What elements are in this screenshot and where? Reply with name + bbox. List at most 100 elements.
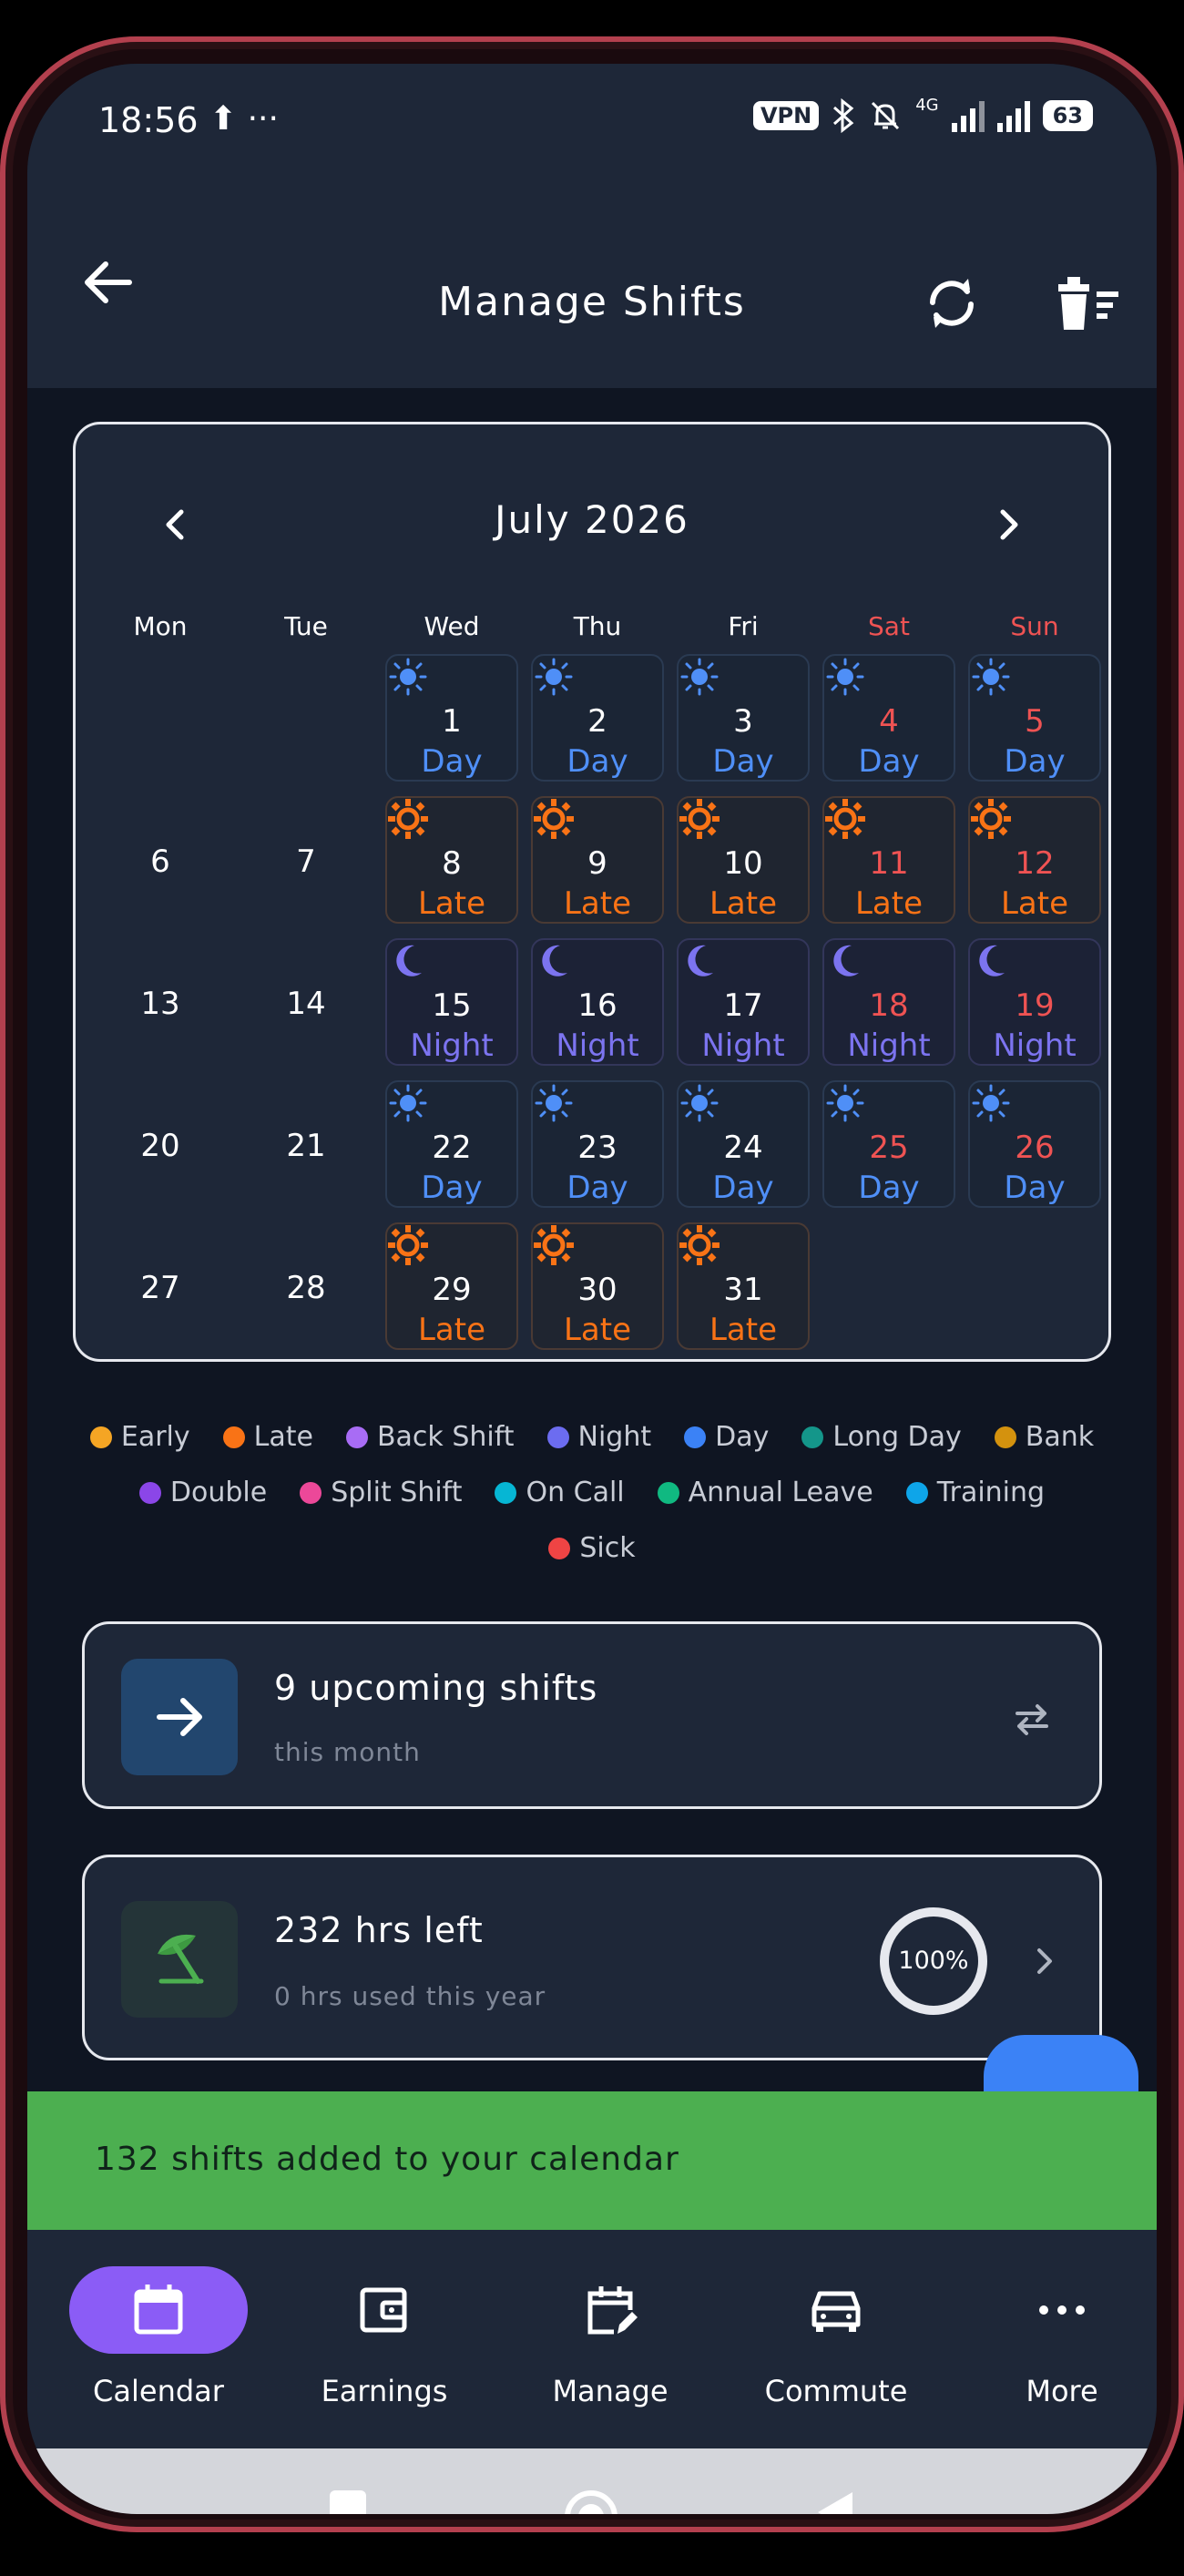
- legend-label: Early: [120, 1421, 190, 1453]
- month-title: July 2026: [495, 497, 689, 542]
- day-number: 20: [140, 1128, 180, 1164]
- nav-earnings[interactable]: Earnings: [284, 2266, 485, 2408]
- moon-icon: [533, 940, 575, 982]
- calendar-day-cell[interactable]: 14: [240, 938, 373, 1066]
- legend-item: Back Shift: [345, 1421, 515, 1453]
- calendar-day-cell[interactable]: 30 Late: [531, 1222, 664, 1350]
- day-number: 31: [723, 1272, 763, 1308]
- calendar-day-cell[interactable]: 13: [94, 938, 227, 1066]
- bluetooth-icon: [833, 98, 854, 133]
- sun-icon: [824, 656, 866, 698]
- calendar-day-cell[interactable]: 29 Late: [385, 1222, 518, 1350]
- car-icon: [811, 2291, 861, 2332]
- calendar-day-cell[interactable]: 1 Day: [385, 654, 518, 782]
- calendar-day-cell[interactable]: 31 Late: [677, 1222, 810, 1350]
- shift-label: Late: [417, 1312, 486, 1348]
- shift-label: Late: [563, 1312, 632, 1348]
- legend-item: Bank: [994, 1421, 1094, 1453]
- chevron-right-icon[interactable]: [1026, 1939, 1063, 1983]
- shift-label: Night: [993, 1027, 1077, 1064]
- day-number: 3: [733, 703, 753, 740]
- calendar-day-cell[interactable]: 21: [240, 1080, 373, 1208]
- calendar-day-cell[interactable]: 8 Late: [385, 796, 518, 924]
- upcoming-title: 9 upcoming shifts: [274, 1668, 598, 1708]
- wallet-icon: [360, 2287, 407, 2333]
- calendar-day-cell[interactable]: 9 Late: [531, 796, 664, 924]
- nav-manage[interactable]: Manage: [510, 2266, 710, 2408]
- shift-label: Late: [709, 1312, 778, 1348]
- legend-item: Day: [684, 1421, 769, 1453]
- legend-color-dot: [138, 1481, 161, 1504]
- calendar-day-cell[interactable]: 11 Late: [822, 796, 955, 924]
- nav-calendar[interactable]: Calendar: [58, 2266, 259, 2408]
- calendar-day-cell[interactable]: 4 Day: [822, 654, 955, 782]
- legend-item: Long Day: [801, 1421, 962, 1453]
- calendar-day-cell[interactable]: 5 Day: [968, 654, 1101, 782]
- day-number: 13: [140, 986, 180, 1022]
- calendar-day-cell[interactable]: 19 Night: [968, 938, 1101, 1066]
- sun-icon: [533, 1082, 575, 1124]
- day-number: 29: [432, 1272, 472, 1308]
- upload-more-status-icon: ⬆ ···: [209, 100, 279, 138]
- shift-label: Late: [1000, 885, 1069, 922]
- shift-label: Day: [712, 1170, 774, 1206]
- day-number: 30: [577, 1272, 618, 1308]
- day-number: 2: [587, 703, 607, 740]
- day-number: 24: [723, 1130, 763, 1166]
- shift-label: Day: [421, 743, 483, 780]
- legend-color-dot: [546, 1426, 569, 1448]
- moon-icon: [387, 940, 429, 982]
- day-number: 23: [577, 1130, 618, 1166]
- day-number: 17: [723, 987, 763, 1024]
- calendar-day-cell[interactable]: 12 Late: [968, 796, 1101, 924]
- calendar-day-cell[interactable]: 10 Late: [677, 796, 810, 924]
- delete-all-icon[interactable]: [1051, 271, 1124, 335]
- shift-label: Night: [410, 1027, 494, 1064]
- upcoming-shifts-card[interactable]: 9 upcoming shifts this month: [82, 1621, 1102, 1809]
- calendar-day-cell[interactable]: 16 Night: [531, 938, 664, 1066]
- shift-label: Day: [712, 743, 774, 780]
- nav-commute[interactable]: Commute: [736, 2266, 936, 2408]
- calendar-day-cell[interactable]: 20: [94, 1080, 227, 1208]
- day-number: 18: [869, 987, 909, 1024]
- hours-icon-box: [121, 1901, 238, 2018]
- weekday-label: Sat: [868, 611, 910, 641]
- day-number: 12: [1015, 845, 1055, 882]
- calendar-day-cell[interactable]: 17 Night: [677, 938, 810, 1066]
- home-circle-icon[interactable]: [563, 2489, 619, 2514]
- hours-subtitle: 0 hrs used this year: [274, 1981, 546, 2011]
- arrow-right-icon: [157, 1698, 202, 1736]
- calendar-day-cell[interactable]: 22 Day: [385, 1080, 518, 1208]
- calendar-day-cell[interactable]: 15 Night: [385, 938, 518, 1066]
- calendar-day-cell[interactable]: 3 Day: [677, 654, 810, 782]
- legend-label: Annual Leave: [688, 1477, 873, 1508]
- calendar-day-cell[interactable]: 7: [240, 796, 373, 924]
- calendar-day-cell[interactable]: 27: [94, 1222, 227, 1350]
- day-number: 14: [286, 986, 326, 1022]
- legend-item: Night: [546, 1421, 652, 1453]
- sun-icon: [970, 1082, 1012, 1124]
- calendar-day-cell[interactable]: 2 Day: [531, 654, 664, 782]
- refresh-icon[interactable]: [920, 271, 984, 335]
- recents-square-icon[interactable]: [328, 2489, 368, 2514]
- next-month-chevron-icon[interactable]: [981, 497, 1036, 552]
- legend-label: Night: [577, 1421, 652, 1453]
- calendar-day-cell[interactable]: 18 Night: [822, 938, 955, 1066]
- calendar-day-cell[interactable]: 6: [94, 796, 227, 924]
- holiday-hours-card[interactable]: 232 hrs left 0 hrs used this year 100%: [82, 1855, 1102, 2060]
- snackbar: 132 shifts added to your calendar: [27, 2091, 1157, 2230]
- calendar-day-cell[interactable]: 25 Day: [822, 1080, 955, 1208]
- day-number: 19: [1015, 987, 1055, 1024]
- battery-icon: 63: [1042, 100, 1093, 131]
- calendar-day-cell[interactable]: 23 Day: [531, 1080, 664, 1208]
- calendar-day-cell[interactable]: 24 Day: [677, 1080, 810, 1208]
- legend-label: Split Shift: [331, 1477, 463, 1508]
- nav-more[interactable]: More: [962, 2266, 1157, 2408]
- sunset-gear-icon: [679, 1224, 720, 1266]
- back-triangle-icon[interactable]: [812, 2489, 856, 2514]
- progress-percent: 100%: [898, 1947, 969, 1975]
- swap-arrows-icon[interactable]: [1006, 1693, 1057, 1744]
- calendar-day-cell[interactable]: 26 Day: [968, 1080, 1101, 1208]
- calendar-day-cell[interactable]: 28: [240, 1222, 373, 1350]
- shift-legend: Early Late Back Shift Night Day Long Day Bank D…: [82, 1421, 1102, 1588]
